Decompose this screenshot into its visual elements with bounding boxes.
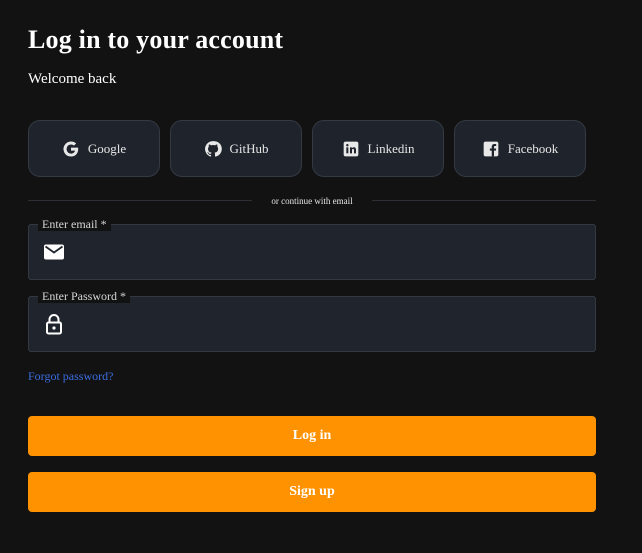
lock-icon bbox=[43, 313, 65, 335]
github-login-label: GitHub bbox=[229, 140, 269, 156]
page-title: Log in to your account bbox=[28, 25, 284, 54]
linkedin-login-button[interactable]: Linkedin bbox=[312, 120, 444, 177]
login-button[interactable]: Log in bbox=[28, 416, 596, 456]
google-login-label: Google bbox=[87, 140, 127, 156]
forgot-password-link[interactable]: Forgot password? bbox=[28, 369, 113, 384]
page-subtitle: Welcome back bbox=[28, 71, 117, 87]
password-label: Enter Password * bbox=[38, 289, 130, 303]
email-field[interactable] bbox=[28, 224, 596, 280]
facebook-icon bbox=[482, 140, 500, 158]
divider-text: or continue with email bbox=[271, 196, 353, 206]
email-label: Enter email * bbox=[38, 217, 111, 231]
github-icon bbox=[204, 140, 222, 158]
google-icon bbox=[62, 140, 80, 158]
password-field[interactable] bbox=[28, 296, 596, 352]
mail-icon bbox=[43, 241, 65, 263]
divider: or continue with email bbox=[28, 194, 596, 208]
facebook-login-label: Facebook bbox=[507, 140, 559, 156]
social-login-row: Google GitHub Linkedin Facebook bbox=[28, 120, 586, 177]
linkedin-login-label: Linkedin bbox=[367, 140, 415, 156]
password-input[interactable] bbox=[77, 297, 577, 351]
facebook-login-button[interactable]: Facebook bbox=[454, 120, 586, 177]
divider-line-right bbox=[372, 200, 596, 201]
signup-button[interactable]: Sign up bbox=[28, 472, 596, 512]
linkedin-icon bbox=[342, 140, 360, 158]
email-input[interactable] bbox=[77, 225, 577, 279]
github-login-button[interactable]: GitHub bbox=[170, 120, 302, 177]
google-login-button[interactable]: Google bbox=[28, 120, 160, 177]
